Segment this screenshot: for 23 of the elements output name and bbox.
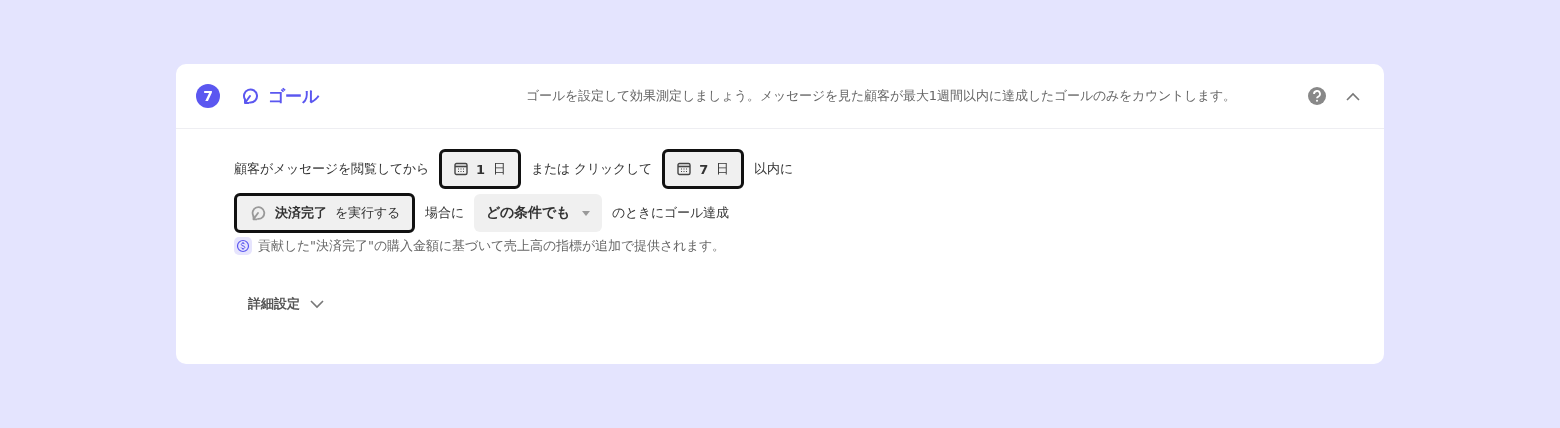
help-icon[interactable] <box>1308 87 1326 105</box>
chevron-down-icon <box>310 299 324 309</box>
calendar-icon <box>677 162 692 176</box>
sentence-text: 場合に <box>425 204 464 222</box>
sentence-text: 顧客がメッセージを閲覧してから <box>234 160 429 178</box>
sentence-text: のときにゴール達成 <box>612 204 729 222</box>
condition-dropdown[interactable]: どの条件でも <box>474 194 602 232</box>
event-picker[interactable]: 決済完了 を実行する <box>234 193 415 233</box>
days-picker[interactable]: 7 日 <box>662 149 745 189</box>
dollar-icon <box>234 237 252 255</box>
advanced-settings-toggle[interactable]: 詳細設定 <box>234 289 338 319</box>
revenue-note: 貢献した"決済完了"の購入金額に基づいて売上高の指標が追加で提供されます。 <box>258 237 725 255</box>
section-description: ゴールを設定して効果測定しましょう。メッセージを見た顧客が最大1週間以内に達成したゴールのみをカウントします。 <box>525 87 1236 105</box>
calendar-icon <box>454 162 468 176</box>
caret-icon <box>582 210 590 216</box>
step-number: 7 <box>196 84 220 108</box>
sentence-text: または クリックして <box>531 160 653 178</box>
sentence-text: 以内に <box>754 160 794 178</box>
goal-icon <box>240 86 260 106</box>
chevron-up-icon <box>1346 91 1360 101</box>
goal-icon <box>249 204 267 222</box>
days-picker[interactable]: 1 日 <box>439 149 522 189</box>
section-title: ゴール <box>268 84 319 108</box>
